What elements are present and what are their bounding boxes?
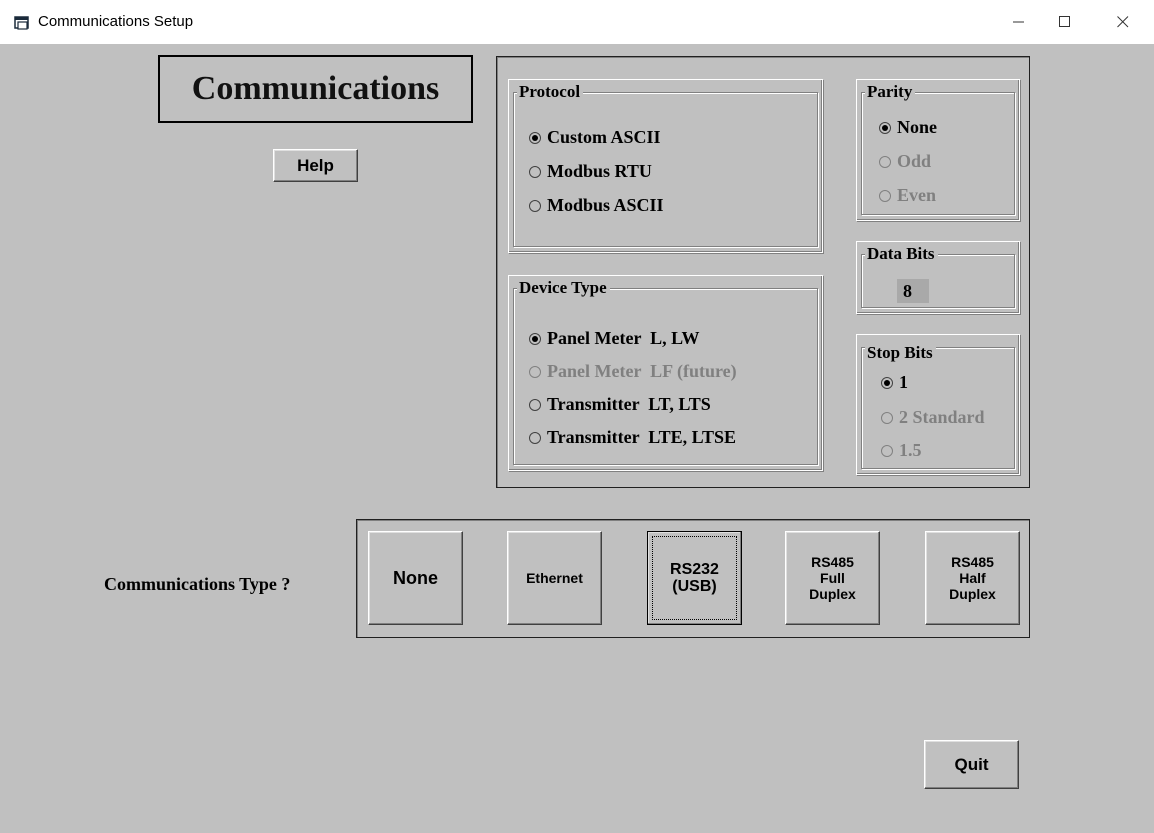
stop-bits-group: Stop Bits 1 2 Standard 1.5 (856, 334, 1020, 475)
app-window-icon (14, 15, 30, 31)
parity-group: Parity None Odd Even (856, 79, 1020, 221)
comm-type-rs485-full-duplex-button[interactable]: RS485 Full Duplex (785, 531, 880, 625)
maximize-button[interactable] (1042, 0, 1088, 44)
close-button[interactable] (1100, 0, 1146, 44)
radio-icon (529, 199, 541, 212)
radio-selected-icon (529, 332, 541, 345)
maximize-icon (1059, 16, 1070, 27)
quit-button[interactable]: Quit (924, 740, 1019, 789)
radio-icon (879, 155, 891, 168)
page-title: Communications (158, 55, 473, 123)
data-bits-legend: Data Bits (865, 244, 938, 264)
parity-option-none[interactable]: None (879, 117, 937, 138)
comm-type-rs485-half-duplex-button[interactable]: RS485 Half Duplex (925, 531, 1020, 625)
radio-icon (529, 165, 541, 178)
data-bits-group: Data Bits 8 (856, 241, 1020, 314)
communications-type-panel: None Ethernet RS232 (USB) RS485 Full Dup… (356, 519, 1030, 638)
radio-icon (879, 189, 891, 202)
device-type-option-transmitter-lt[interactable]: Transmitter LT, LTS (529, 394, 711, 415)
parity-option-even[interactable]: Even (879, 185, 936, 206)
close-icon (1117, 16, 1129, 28)
minimize-button[interactable] (996, 0, 1042, 44)
parity-legend: Parity (865, 82, 916, 102)
focus-ring (652, 536, 737, 620)
device-type-group: Device Type Panel Meter L, LW Panel Mete… (508, 275, 823, 471)
radio-selected-icon (529, 131, 541, 144)
radio-selected-icon (879, 121, 891, 134)
stop-bits-option-1-5[interactable]: 1.5 (881, 440, 922, 461)
protocol-option-custom-ascii[interactable]: Custom ASCII (529, 127, 661, 148)
settings-panel: Protocol Custom ASCII Modbus RTU Modbus … (496, 56, 1030, 488)
radio-icon (529, 365, 541, 378)
radio-selected-icon (881, 376, 893, 389)
protocol-option-modbus-ascii[interactable]: Modbus ASCII (529, 195, 664, 216)
protocol-group: Protocol Custom ASCII Modbus RTU Modbus … (508, 79, 823, 253)
comm-type-none-button[interactable]: None (368, 531, 463, 625)
radio-icon (881, 444, 893, 457)
stop-bits-legend: Stop Bits (865, 343, 936, 363)
device-type-legend: Device Type (517, 278, 610, 298)
device-type-option-panel-meter-l[interactable]: Panel Meter L, LW (529, 328, 699, 349)
window-title: Communications Setup (38, 13, 194, 30)
device-type-option-transmitter-lte[interactable]: Transmitter LTE, LTSE (529, 427, 736, 448)
protocol-legend: Protocol (517, 82, 584, 102)
data-bits-value: 8 (897, 279, 929, 303)
communications-type-label: Communications Type ? (104, 574, 291, 594)
help-button[interactable]: Help (273, 149, 358, 182)
comm-type-ethernet-button[interactable]: Ethernet (507, 531, 602, 625)
stop-bits-option-1[interactable]: 1 (881, 372, 908, 393)
stop-bits-option-2-standard[interactable]: 2 Standard (881, 407, 985, 428)
communications-setup-window: Communications Setup Communications Help… (0, 0, 1154, 833)
radio-icon (881, 411, 893, 424)
parity-option-odd[interactable]: Odd (879, 151, 931, 172)
minimize-icon (1013, 21, 1024, 23)
radio-icon (529, 431, 541, 444)
protocol-option-modbus-rtu[interactable]: Modbus RTU (529, 161, 652, 182)
comm-type-rs232-button[interactable]: RS232 (USB) (647, 531, 742, 625)
radio-icon (529, 398, 541, 411)
title-bar: Communications Setup (0, 0, 1154, 44)
client-area: Communications Help Protocol Custom ASCI… (8, 44, 1148, 829)
device-type-option-panel-meter-lf[interactable]: Panel Meter LF (future) (529, 361, 737, 382)
